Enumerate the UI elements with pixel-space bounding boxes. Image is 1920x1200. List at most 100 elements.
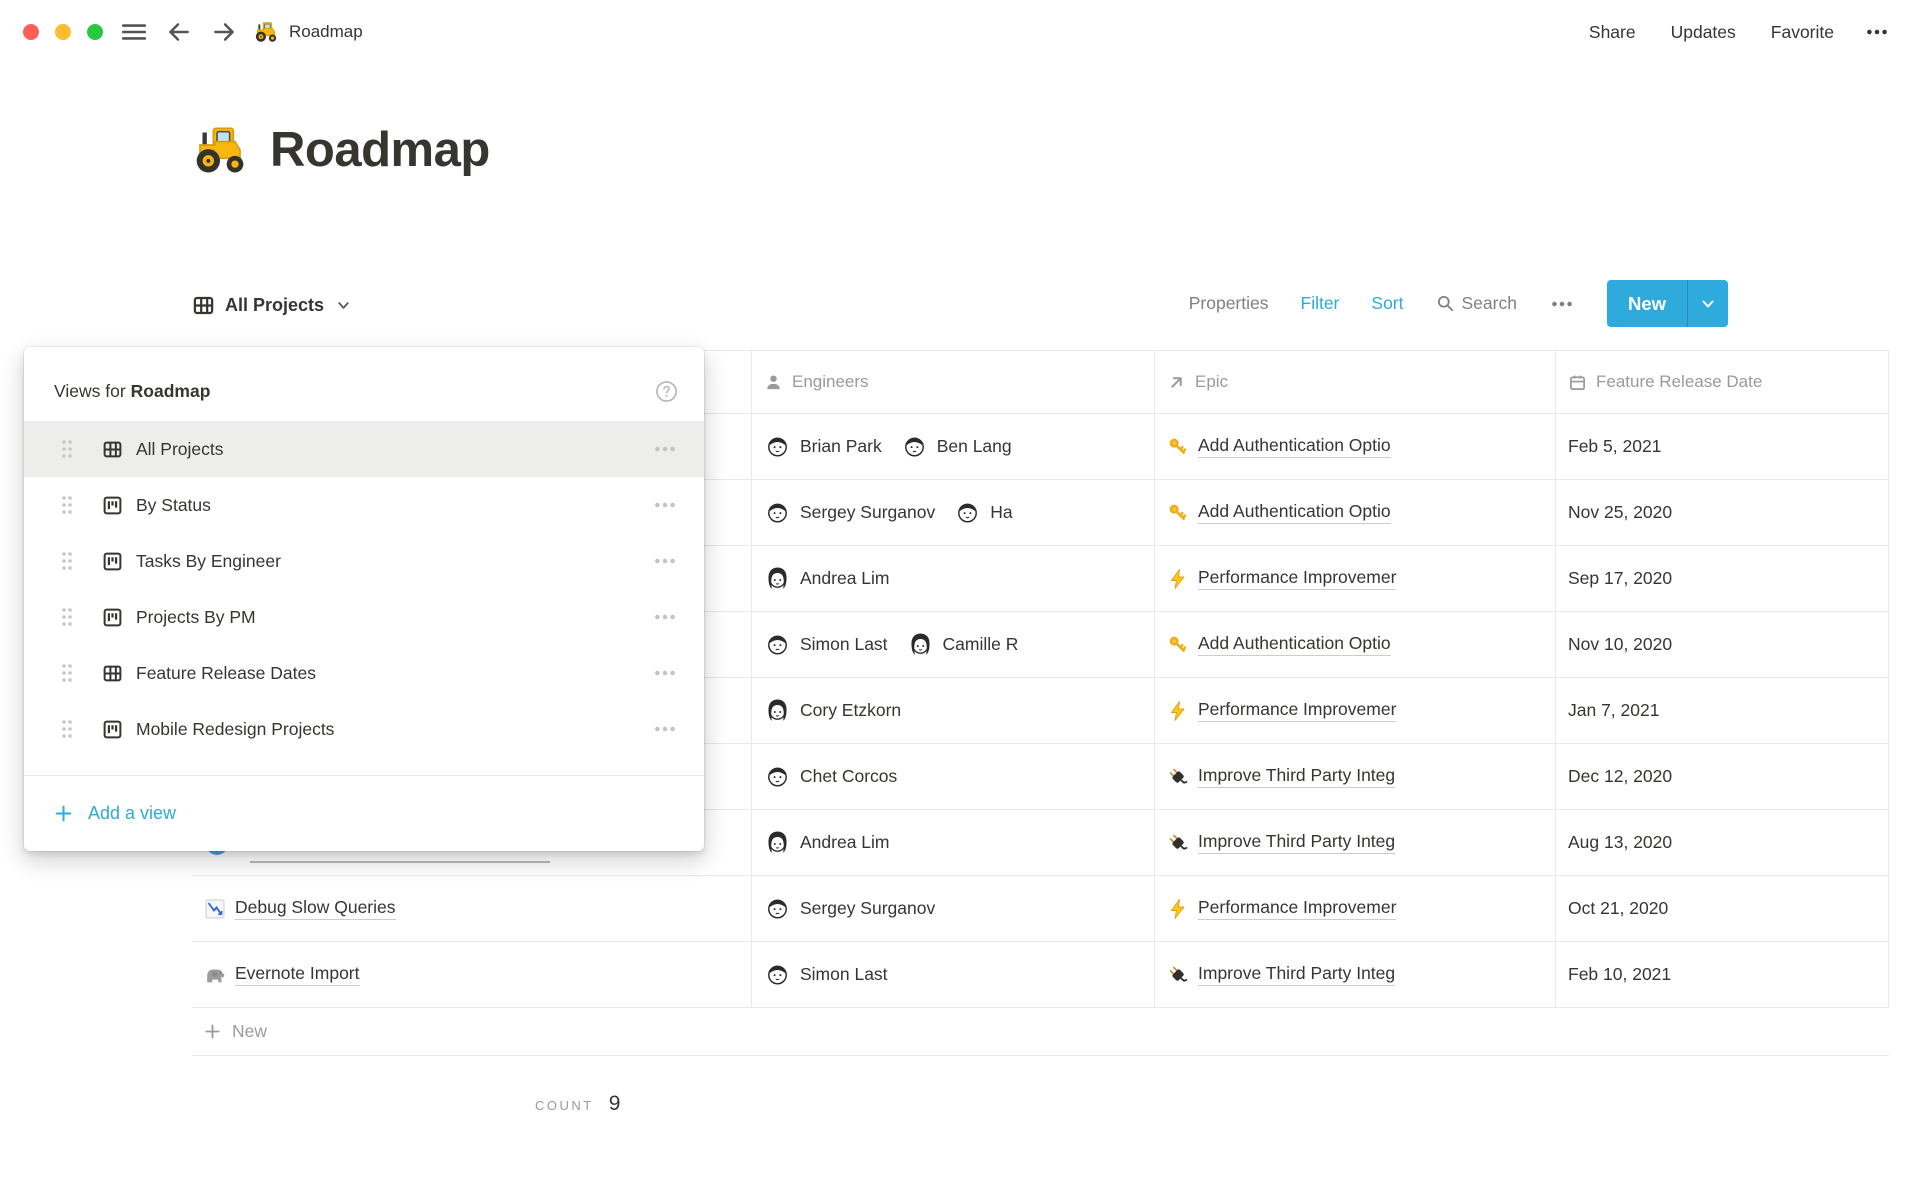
drag-handle-icon[interactable]: [60, 718, 74, 740]
more-options-icon[interactable]: [652, 548, 678, 574]
column-header-epic[interactable]: Epic: [1155, 351, 1556, 413]
epic-cell[interactable]: Add Authentication Optio: [1155, 612, 1556, 677]
engineers-cell[interactable]: Andrea Lim: [752, 810, 1155, 875]
drag-handle-icon[interactable]: [60, 494, 74, 516]
new-row-button[interactable]: New: [192, 1008, 1889, 1056]
tractor-icon[interactable]: [190, 120, 250, 180]
table-row[interactable]: Evernote Import Simon Last Improve Third P…: [192, 942, 1889, 1008]
engineer-tag[interactable]: Sergey Surganov: [764, 895, 935, 922]
sort-button[interactable]: Sort: [1371, 293, 1403, 314]
epic-link[interactable]: Improve Third Party Integ: [1198, 765, 1395, 788]
chevron-down-icon: [1700, 296, 1716, 312]
column-header-engineers[interactable]: Engineers: [752, 351, 1155, 413]
titlebar-action-updates[interactable]: Updates: [1671, 22, 1736, 43]
properties-button[interactable]: Properties: [1189, 293, 1269, 314]
engineers-cell[interactable]: Andrea Lim: [752, 546, 1155, 611]
close-window-button[interactable]: [23, 24, 39, 40]
page-link[interactable]: Debug Slow Queries: [204, 897, 396, 920]
new-button-dropdown[interactable]: [1688, 280, 1728, 327]
view-item-mobile-redesign-projects[interactable]: Mobile Redesign Projects: [24, 701, 704, 757]
epic-link[interactable]: Improve Third Party Integ: [1198, 831, 1395, 854]
date-cell[interactable]: Jan 7, 2021: [1556, 678, 1889, 743]
add-view-button[interactable]: Add a view: [24, 776, 704, 851]
column-header-feature-release-date[interactable]: Feature Release Date: [1556, 351, 1889, 413]
epic-link[interactable]: Improve Third Party Integ: [1198, 963, 1395, 986]
name-cell[interactable]: Debug Slow Queries: [192, 876, 752, 941]
date-cell[interactable]: Feb 5, 2021: [1556, 414, 1889, 479]
filter-button[interactable]: Filter: [1301, 293, 1340, 314]
engineers-cell[interactable]: Sergey Surganov Ha: [752, 480, 1155, 545]
engineer-tag[interactable]: Cory Etzkorn: [764, 697, 901, 724]
date-cell[interactable]: Aug 13, 2020: [1556, 810, 1889, 875]
more-options-icon[interactable]: [1549, 291, 1575, 317]
date-cell[interactable]: Feb 10, 2021: [1556, 942, 1889, 1007]
engineer-tag[interactable]: Andrea Lim: [764, 829, 890, 856]
titlebar-action-share[interactable]: Share: [1589, 22, 1636, 43]
more-options-icon[interactable]: [652, 492, 678, 518]
epic-cell[interactable]: Performance Improvemer: [1155, 876, 1556, 941]
breadcrumb[interactable]: Roadmap: [253, 19, 363, 45]
engineer-tag[interactable]: Simon Last: [764, 631, 888, 658]
epic-link[interactable]: Add Authentication Optio: [1198, 435, 1391, 458]
minimize-window-button[interactable]: [55, 24, 71, 40]
engineers-cell[interactable]: Simon Last: [752, 942, 1155, 1007]
engineers-cell[interactable]: Chet Corcos: [752, 744, 1155, 809]
engineer-tag[interactable]: Chet Corcos: [764, 763, 897, 790]
epic-cell[interactable]: Improve Third Party Integ: [1155, 942, 1556, 1007]
more-options-icon[interactable]: [652, 604, 678, 630]
titlebar-action-favorite[interactable]: Favorite: [1771, 22, 1834, 43]
name-cell[interactable]: Evernote Import: [192, 942, 752, 1007]
epic-link[interactable]: Performance Improvemer: [1198, 699, 1396, 722]
hamburger-icon[interactable]: [120, 18, 148, 46]
engineers-cell[interactable]: Brian Park Ben Lang: [752, 414, 1155, 479]
epic-link[interactable]: Performance Improvemer: [1198, 567, 1396, 590]
epic-link[interactable]: Performance Improvemer: [1198, 897, 1396, 920]
more-options-icon[interactable]: [652, 660, 678, 686]
engineer-tag[interactable]: Ben Lang: [901, 433, 1012, 460]
engineers-cell[interactable]: Cory Etzkorn: [752, 678, 1155, 743]
epic-cell[interactable]: Improve Third Party Integ: [1155, 810, 1556, 875]
search-button[interactable]: Search: [1436, 293, 1517, 314]
view-item-feature-release-dates[interactable]: Feature Release Dates: [24, 645, 704, 701]
epic-cell[interactable]: Performance Improvemer: [1155, 546, 1556, 611]
help-icon[interactable]: [655, 380, 678, 403]
epic-cell[interactable]: Improve Third Party Integ: [1155, 744, 1556, 809]
drag-handle-icon[interactable]: [60, 438, 74, 460]
view-selector[interactable]: All Projects: [192, 283, 351, 327]
zoom-window-button[interactable]: [87, 24, 103, 40]
epic-cell[interactable]: Add Authentication Optio: [1155, 414, 1556, 479]
engineer-tag[interactable]: Brian Park: [764, 433, 882, 460]
epic-link[interactable]: Add Authentication Optio: [1198, 501, 1391, 524]
epic-cell[interactable]: Add Authentication Optio: [1155, 480, 1556, 545]
view-item-projects-by-pm[interactable]: Projects By PM: [24, 589, 704, 645]
new-button-label[interactable]: New: [1607, 280, 1687, 327]
engineers-cell[interactable]: Sergey Surganov: [752, 876, 1155, 941]
date-cell[interactable]: Oct 21, 2020: [1556, 876, 1889, 941]
drag-handle-icon[interactable]: [60, 550, 74, 572]
date-cell[interactable]: Sep 17, 2020: [1556, 546, 1889, 611]
view-item-all-projects[interactable]: All Projects: [24, 421, 704, 477]
engineer-tag[interactable]: Andrea Lim: [764, 565, 890, 592]
epic-cell[interactable]: Performance Improvemer: [1155, 678, 1556, 743]
date-cell[interactable]: Nov 25, 2020: [1556, 480, 1889, 545]
date-cell[interactable]: Nov 10, 2020: [1556, 612, 1889, 677]
engineers-cell[interactable]: Simon Last Camille R: [752, 612, 1155, 677]
more-options-icon[interactable]: [652, 436, 678, 462]
engineer-tag[interactable]: Camille R: [907, 631, 1019, 658]
page-link[interactable]: Evernote Import: [204, 963, 360, 986]
table-row[interactable]: Debug Slow Queries Sergey Surganov Perform…: [192, 876, 1889, 942]
forward-icon[interactable]: [210, 18, 238, 46]
engineer-tag[interactable]: Sergey Surganov: [764, 499, 935, 526]
engineer-tag[interactable]: Ha: [954, 499, 1012, 526]
drag-handle-icon[interactable]: [60, 662, 74, 684]
engineer-tag[interactable]: Simon Last: [764, 961, 888, 988]
more-options-icon[interactable]: [1864, 19, 1890, 45]
back-icon[interactable]: [165, 18, 193, 46]
more-options-icon[interactable]: [652, 716, 678, 742]
view-item-tasks-by-engineer[interactable]: Tasks By Engineer: [24, 533, 704, 589]
view-item-by-status[interactable]: By Status: [24, 477, 704, 533]
epic-link[interactable]: Add Authentication Optio: [1198, 633, 1391, 656]
drag-handle-icon[interactable]: [60, 606, 74, 628]
date-cell[interactable]: Dec 12, 2020: [1556, 744, 1889, 809]
new-button[interactable]: New: [1607, 280, 1728, 327]
